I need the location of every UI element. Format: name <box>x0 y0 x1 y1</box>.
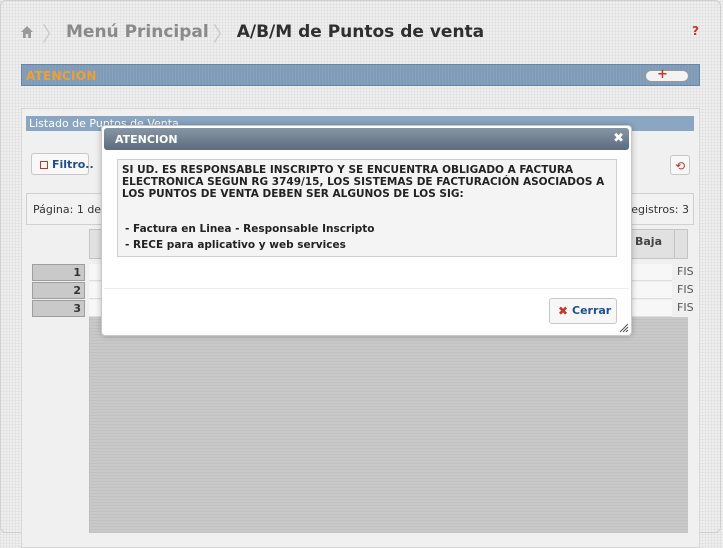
dialog-header[interactable]: ATENCION ✖ <box>104 128 629 150</box>
row-tail-text: FIS <box>677 283 694 296</box>
dialog-message-box: SI UD. ES RESPONSABLE INSCRIPTO Y SE ENC… <box>117 159 617 257</box>
breadcrumb-separator: 〉 <box>42 21 62 46</box>
pager-record-count: registros: 3 <box>626 203 689 216</box>
dialog-option: - RECE para aplicativo y web services <box>125 239 346 251</box>
row-tail-text: FIS <box>677 301 694 314</box>
atencion-bar: ATENCION + <box>21 64 700 86</box>
column-header-baja[interactable]: Baja <box>635 235 662 248</box>
dialog-title: ATENCION <box>115 133 178 146</box>
dialog-message: SI UD. ES RESPONSABLE INSCRIPTO Y SE ENC… <box>122 164 605 200</box>
filtro-label: Filtro.. <box>52 158 94 171</box>
breadcrumb: 〉 Menú Principal 〉 A/B/M de Puntos de ve… <box>20 20 485 46</box>
atencion-bar-title: ATENCION <box>26 69 97 83</box>
row-tail-text: FIS <box>677 265 694 278</box>
dialog-option: - Factura en Linea - Responsable Inscrip… <box>125 223 375 235</box>
row-number[interactable]: 3 <box>32 300 85 317</box>
expand-button[interactable]: + <box>645 67 689 82</box>
filtro-button[interactable]: Filtro.. <box>31 153 94 175</box>
close-x-icon: ✖ <box>558 304 569 318</box>
filter-icon <box>40 161 48 169</box>
home-icon[interactable] <box>20 25 34 39</box>
dialog-footer: ✖ Cerrar <box>104 288 629 334</box>
breadcrumb-separator: 〉 <box>212 21 233 46</box>
page-title: A/B/M de Puntos de venta <box>236 22 485 42</box>
plus-icon: + <box>657 67 668 82</box>
grid-empty-area <box>89 317 688 533</box>
column-divider <box>674 230 675 258</box>
breadcrumb-menu-principal[interactable]: Menú Principal <box>66 22 209 42</box>
row-number[interactable]: 2 <box>32 282 85 299</box>
resize-grip-icon[interactable] <box>619 323 629 333</box>
atencion-dialog: ATENCION ✖ SI UD. ES RESPONSABLE INSCRIP… <box>101 125 632 336</box>
refresh-icon[interactable]: ⟲ <box>670 155 690 175</box>
close-icon[interactable]: ✖ <box>613 131 624 146</box>
row-number[interactable]: 1 <box>32 264 85 281</box>
cerrar-button[interactable]: ✖ Cerrar <box>549 298 617 324</box>
help-button[interactable]: ? <box>692 24 699 38</box>
pager-page-info: Página: 1 de 1 <box>33 203 112 216</box>
cerrar-label: Cerrar <box>572 304 612 317</box>
